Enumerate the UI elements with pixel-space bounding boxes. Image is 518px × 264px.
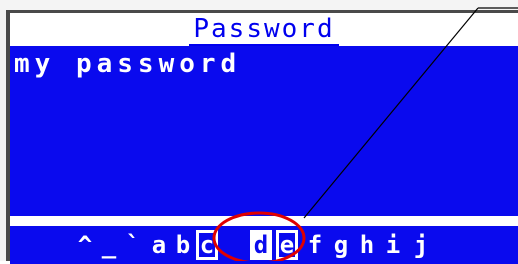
char-d-selected[interactable]: d — [250, 230, 272, 260]
password-entry-text: my password — [14, 49, 242, 79]
char-j[interactable]: j — [410, 230, 432, 260]
char-i[interactable]: i — [382, 230, 404, 260]
char-b[interactable]: b — [172, 230, 194, 260]
char-a[interactable]: a — [148, 230, 170, 260]
char-g[interactable]: g — [330, 230, 352, 260]
char-f[interactable]: f — [304, 230, 326, 260]
character-selector-strip[interactable]: ^ _ ` a b c d e f g h i j — [10, 226, 518, 264]
char-h[interactable]: h — [356, 230, 378, 260]
char-e[interactable]: e — [276, 230, 298, 260]
char-underscore[interactable]: _ — [98, 230, 120, 260]
char-backtick[interactable]: ` — [122, 230, 144, 260]
char-caret[interactable]: ^ — [74, 230, 96, 260]
screen-title: Password — [189, 14, 339, 47]
title-bar: Password — [10, 13, 518, 47]
divider — [10, 216, 518, 226]
lcd-screen: Password my password ^ _ ` a b c d e f g… — [6, 10, 518, 264]
char-c[interactable]: c — [196, 230, 218, 260]
password-entry-area[interactable]: my password — [10, 46, 518, 216]
